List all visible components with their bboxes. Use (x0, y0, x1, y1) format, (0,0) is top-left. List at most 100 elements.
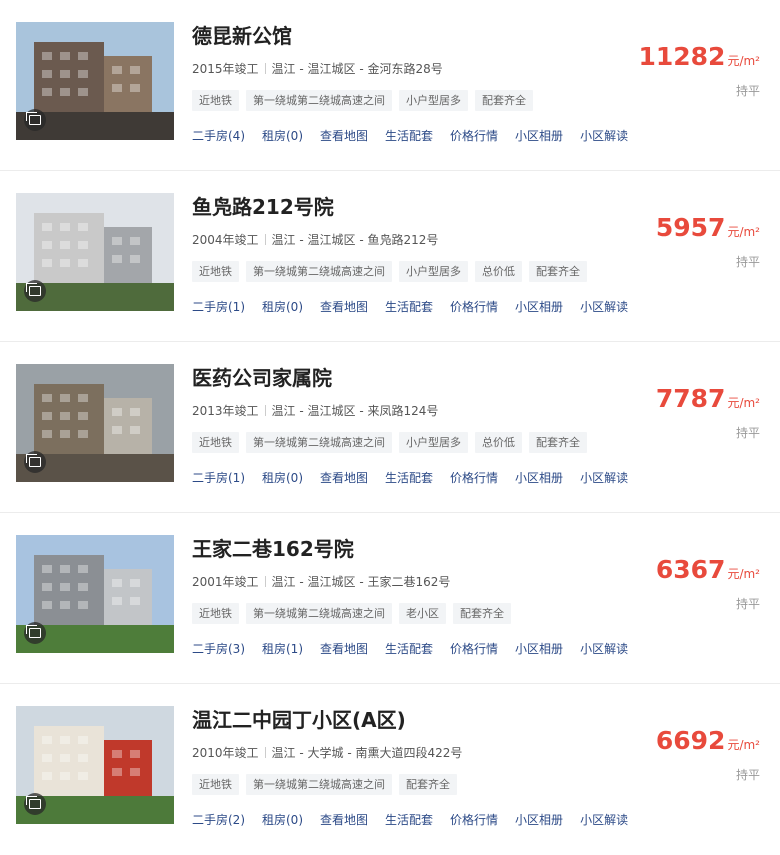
community-links: 二手房(1) 租房(0) 查看地图 生活配套 价格行情 小区相册 小区解读 (192, 298, 645, 315)
feature-tag: 近地铁 (192, 432, 239, 453)
photo-album-icon[interactable] (24, 280, 46, 302)
price-value: 7787 (655, 384, 726, 413)
album-link[interactable]: 小区相册 (515, 813, 563, 827)
feature-tag: 近地铁 (192, 261, 239, 282)
resale-link[interactable]: 二手房(1) (192, 300, 245, 314)
rental-link[interactable]: 租房(1) (262, 642, 303, 656)
community-name[interactable]: 医药公司家属院 (192, 362, 332, 391)
photo-album-icon[interactable] (24, 793, 46, 815)
resale-link[interactable]: 二手房(3) (192, 642, 245, 656)
feature-tag: 近地铁 (192, 90, 239, 111)
map-link[interactable]: 查看地图 (320, 642, 368, 656)
community-photo[interactable] (16, 364, 174, 482)
feature-tag: 近地铁 (192, 603, 239, 624)
feature-tag: 配套齐全 (399, 774, 457, 795)
review-link[interactable]: 小区解读 (580, 642, 628, 656)
community-links: 二手房(3) 租房(1) 查看地图 生活配套 价格行情 小区相册 小区解读 (192, 640, 645, 657)
review-link[interactable]: 小区解读 (580, 471, 628, 485)
map-link[interactable]: 查看地图 (320, 300, 368, 314)
location: 温江 - 温江城区 - 金河东路28号 (271, 62, 443, 76)
build-year: 2015年竣工 (192, 62, 259, 76)
price-value: 6692 (655, 726, 726, 755)
rental-link[interactable]: 租房(0) (262, 300, 303, 314)
feature-tags: 近地铁 第一绕城第二绕城高速之间 配套齐全 (192, 774, 464, 795)
community-photo[interactable] (16, 193, 174, 311)
price-value: 11282 (638, 42, 726, 71)
community-meta: 2013年竣工 温江 - 温江城区 - 来凤路124号 (192, 402, 438, 419)
rental-link[interactable]: 租房(0) (262, 813, 303, 827)
amenities-link[interactable]: 生活配套 (385, 813, 433, 827)
location: 温江 - 温江城区 - 鱼凫路212号 (271, 233, 439, 247)
community-meta: 2004年竣工 温江 - 温江城区 - 鱼凫路212号 (192, 231, 438, 248)
price-value: 6367 (655, 555, 726, 584)
community-links: 二手房(2) 租房(0) 查看地图 生活配套 价格行情 小区相册 小区解读 (192, 811, 645, 828)
build-year: 2010年竣工 (192, 746, 259, 760)
price-trend-link[interactable]: 价格行情 (450, 129, 498, 143)
feature-tag: 小户型居多 (399, 432, 468, 453)
rental-link[interactable]: 租房(0) (262, 471, 303, 485)
resale-link[interactable]: 二手房(1) (192, 471, 245, 485)
photo-album-icon[interactable] (24, 451, 46, 473)
community-meta: 2015年竣工 温江 - 温江城区 - 金河东路28号 (192, 60, 443, 77)
build-year: 2001年竣工 (192, 575, 259, 589)
review-link[interactable]: 小区解读 (580, 129, 628, 143)
divider (264, 576, 266, 587)
album-link[interactable]: 小区相册 (515, 300, 563, 314)
community-item: 鱼凫路212号院 2004年竣工 温江 - 温江城区 - 鱼凫路212号 近地铁第… (0, 171, 780, 342)
community-item: 德昆新公馆 2015年竣工 温江 - 温江城区 - 金河东路28号 近地铁 第一绕城… (0, 0, 780, 171)
price-trend: 持平 (735, 426, 760, 440)
feature-tag: 配套齐全 (475, 90, 533, 111)
community-name[interactable]: 温江二中园丁小区(A区) (192, 704, 406, 733)
community-photo[interactable] (16, 22, 174, 140)
community-list: 德昆新公馆 2015年竣工 温江 - 温江城区 - 金河东路28号 近地铁 第一绕城… (0, 0, 780, 855)
community-name[interactable]: 王家二巷162号院 (192, 533, 354, 562)
community-name[interactable]: 鱼凫路212号院 (192, 191, 334, 220)
divider (264, 234, 266, 245)
amenities-link[interactable]: 生活配套 (385, 471, 433, 485)
price-value: 5957 (655, 213, 726, 242)
price-trend-link[interactable]: 价格行情 (450, 300, 498, 314)
feature-tag: 小户型居多 (399, 261, 468, 282)
resale-link[interactable]: 二手房(2) (192, 813, 245, 827)
album-link[interactable]: 小区相册 (515, 471, 563, 485)
price-trend-link[interactable]: 价格行情 (450, 813, 498, 827)
community-photo[interactable] (16, 706, 174, 824)
feature-tag: 第一绕城第二绕城高速之间 (246, 603, 392, 624)
amenities-link[interactable]: 生活配套 (385, 642, 433, 656)
feature-tag: 配套齐全 (453, 603, 511, 624)
photo-album-icon[interactable] (24, 109, 46, 131)
review-link[interactable]: 小区解读 (580, 300, 628, 314)
review-link[interactable]: 小区解读 (580, 813, 628, 827)
community-name[interactable]: 德昆新公馆 (192, 20, 292, 49)
resale-link[interactable]: 二手房(4) (192, 129, 245, 143)
price-unit: 元/m² (727, 738, 760, 752)
amenities-link[interactable]: 生活配套 (385, 300, 433, 314)
feature-tags: 近地铁 第一绕城第二绕城高速之间 小户型居多 总价低 配套齐全 (192, 261, 594, 282)
divider (264, 63, 266, 74)
location: 温江 - 温江城区 - 来凤路124号 (271, 404, 439, 418)
community-links: 二手房(1) 租房(0) 查看地图 生活配套 价格行情 小区相册 小区解读 (192, 469, 645, 486)
price-trend: 持平 (735, 768, 760, 782)
average-price: 6692 元/m² (656, 726, 760, 755)
price-trend-link[interactable]: 价格行情 (450, 471, 498, 485)
build-year: 2004年竣工 (192, 233, 259, 247)
average-price: 5957 元/m² (656, 213, 760, 242)
feature-tag: 配套齐全 (529, 432, 587, 453)
average-price: 6367 元/m² (656, 555, 760, 584)
map-link[interactable]: 查看地图 (320, 129, 368, 143)
community-meta: 2001年竣工 温江 - 温江城区 - 王家二巷162号 (192, 573, 450, 590)
price-trend: 持平 (735, 84, 760, 98)
rental-link[interactable]: 租房(0) (262, 129, 303, 143)
map-link[interactable]: 查看地图 (320, 471, 368, 485)
album-link[interactable]: 小区相册 (515, 642, 563, 656)
price-trend-link[interactable]: 价格行情 (450, 642, 498, 656)
album-link[interactable]: 小区相册 (515, 129, 563, 143)
community-photo[interactable] (16, 535, 174, 653)
map-link[interactable]: 查看地图 (320, 813, 368, 827)
amenities-link[interactable]: 生活配套 (385, 129, 433, 143)
community-item: 王家二巷162号院 2001年竣工 温江 - 温江城区 - 王家二巷162号 近地… (0, 513, 780, 684)
community-meta: 2010年竣工 温江 - 大学城 - 南熏大道四段422号 (192, 744, 462, 761)
feature-tag: 第一绕城第二绕城高速之间 (246, 261, 392, 282)
feature-tag: 小户型居多 (399, 90, 468, 111)
photo-album-icon[interactable] (24, 622, 46, 644)
